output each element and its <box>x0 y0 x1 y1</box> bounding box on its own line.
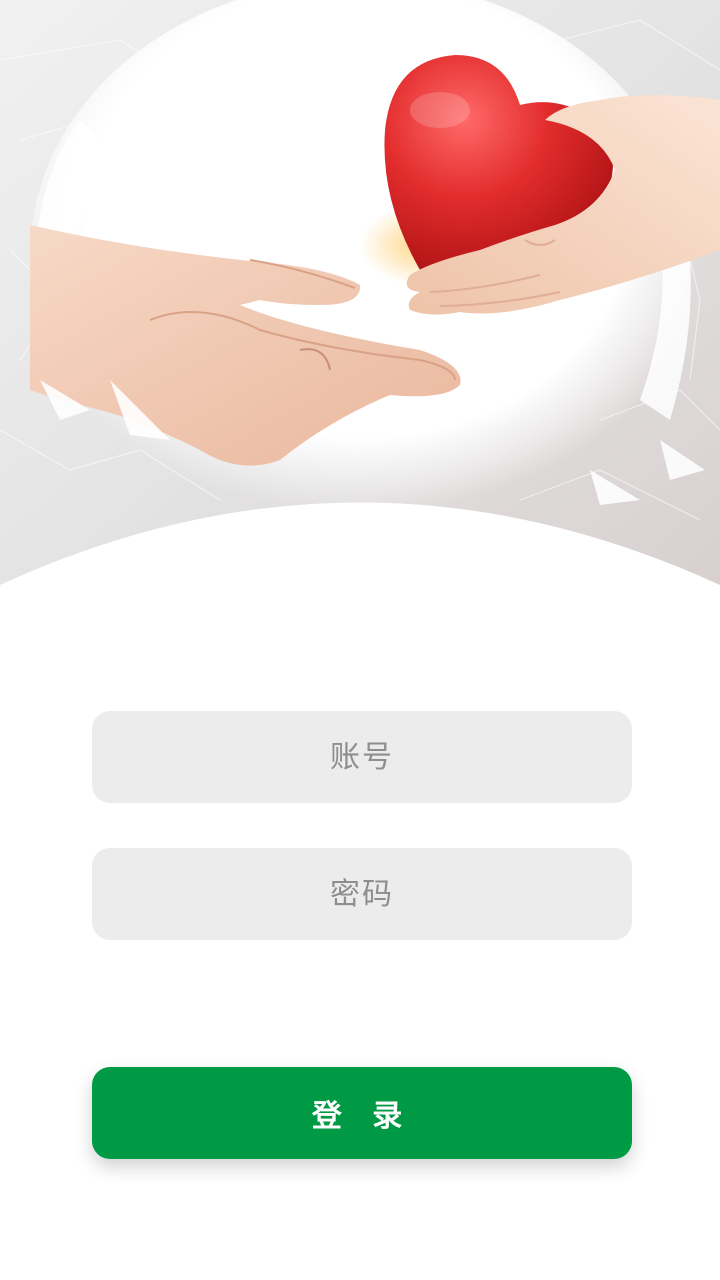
hero-banner <box>0 0 720 600</box>
password-field[interactable] <box>92 847 632 941</box>
account-input[interactable] <box>92 710 632 804</box>
login-screen: 登 录 <box>0 0 720 1280</box>
hands-heart-illustration <box>0 0 720 600</box>
password-input[interactable] <box>92 847 632 941</box>
login-button[interactable]: 登 录 <box>92 1067 632 1159</box>
account-field[interactable] <box>92 710 632 804</box>
